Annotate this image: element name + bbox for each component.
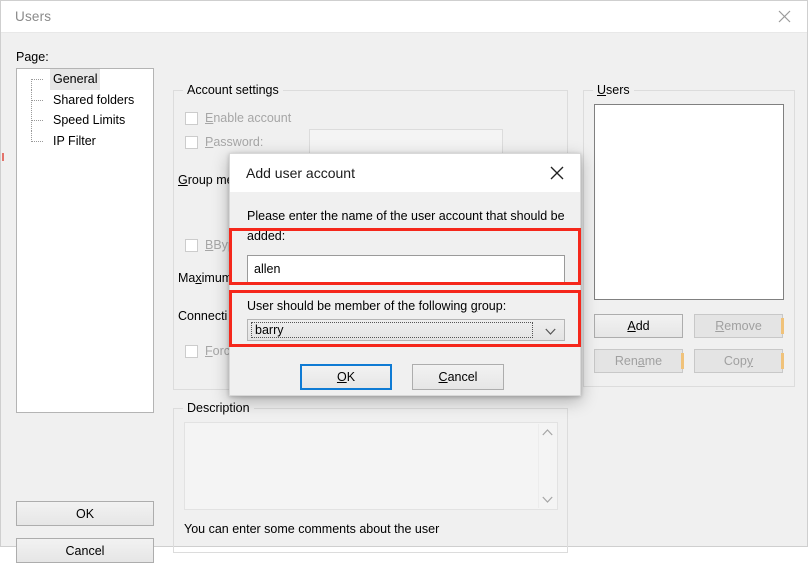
cancel-button-label: Cancel xyxy=(65,543,105,558)
remove-user-button[interactable]: Remove xyxy=(694,314,784,338)
dialog-title: Add user account xyxy=(246,165,355,181)
window-title: Users xyxy=(15,9,52,24)
button-edge-artifact xyxy=(681,353,684,369)
tree-item-label: Shared folders xyxy=(53,92,135,107)
enable-account-label: Enable account xyxy=(205,111,292,125)
name-field-highlight xyxy=(229,228,581,285)
password-label-rest: assword: xyxy=(213,135,264,149)
group-combo-highlight xyxy=(229,290,581,347)
edge-marker xyxy=(2,153,4,161)
account-settings-title: Account settings xyxy=(183,83,283,97)
tree-item-label: Speed Limits xyxy=(53,113,126,127)
ok-button[interactable]: OK xyxy=(16,501,154,526)
password-checkbox[interactable] xyxy=(185,136,198,149)
description-group: Description You can enter some comments … xyxy=(173,401,568,553)
users-group-title: Users xyxy=(593,83,634,97)
copy-user-button[interactable]: Copy xyxy=(694,349,784,373)
description-textarea[interactable] xyxy=(184,422,558,510)
rename-user-button-label: Rename xyxy=(614,354,663,368)
description-scrollbar[interactable] xyxy=(538,424,556,508)
window-titlebar: Users xyxy=(1,1,807,33)
enable-account-checkbox[interactable] xyxy=(185,112,198,125)
password-label: Password: xyxy=(205,135,264,149)
bypass-checkbox[interactable] xyxy=(185,239,198,252)
cancel-button[interactable]: Cancel xyxy=(16,538,154,563)
tree-dash xyxy=(31,140,43,142)
tree-item-label: IP Filter xyxy=(53,133,96,148)
add-user-button-label: Add xyxy=(627,319,650,333)
dialog-cancel-button[interactable]: Cancel xyxy=(412,364,504,390)
button-edge-artifact xyxy=(781,318,784,334)
users-group-title-rest: sers xyxy=(606,83,630,97)
chevron-down-icon[interactable] xyxy=(542,496,553,503)
rename-user-button[interactable]: Rename xyxy=(594,349,684,373)
dialog-ok-button[interactable]: OK xyxy=(300,364,392,390)
description-title: Description xyxy=(183,401,254,415)
users-window: Users Page: General Shared folders Speed… xyxy=(0,0,808,563)
close-icon[interactable] xyxy=(762,1,807,32)
dialog-ok-label: OK xyxy=(336,370,356,384)
page-tree[interactable]: General Shared folders Speed Limits IP F… xyxy=(16,68,154,413)
tree-item-speed-limits[interactable]: Speed Limits xyxy=(17,110,153,131)
force-checkbox[interactable] xyxy=(185,345,198,358)
dialog-titlebar: Add user account xyxy=(230,154,580,192)
dialog-cancel-label: Cancel xyxy=(438,370,478,384)
users-group: Users Add Remove Rename Copy xyxy=(583,83,795,387)
add-user-button[interactable]: Add xyxy=(594,314,683,338)
page-label: Page: xyxy=(16,50,49,64)
tree-item-label: General xyxy=(50,69,101,90)
ok-button-label: OK xyxy=(75,506,95,521)
close-icon[interactable] xyxy=(540,160,574,186)
force-label: Forc xyxy=(205,344,231,358)
force-label-rest: orc xyxy=(212,344,231,358)
tree-item-general[interactable]: General xyxy=(17,69,153,90)
tree-line xyxy=(31,79,32,90)
description-hint: You can enter some comments about the us… xyxy=(184,522,440,536)
connection-label: Connecti xyxy=(178,309,228,323)
chevron-up-icon[interactable] xyxy=(542,429,553,436)
tree-item-ip-filter[interactable]: IP Filter xyxy=(17,130,153,152)
tree-dash xyxy=(31,99,43,101)
tree-item-shared-folders[interactable]: Shared folders xyxy=(17,89,153,111)
remove-user-button-label: Remove xyxy=(715,319,762,333)
button-edge-artifact xyxy=(781,353,784,369)
copy-user-button-label: Copy xyxy=(723,354,754,368)
tree-dash xyxy=(31,120,43,121)
users-listbox[interactable] xyxy=(594,104,784,300)
tree-dash xyxy=(31,79,43,80)
maximum-label: Maximum xyxy=(178,271,233,285)
enable-account-label-rest: nable account xyxy=(213,111,292,125)
